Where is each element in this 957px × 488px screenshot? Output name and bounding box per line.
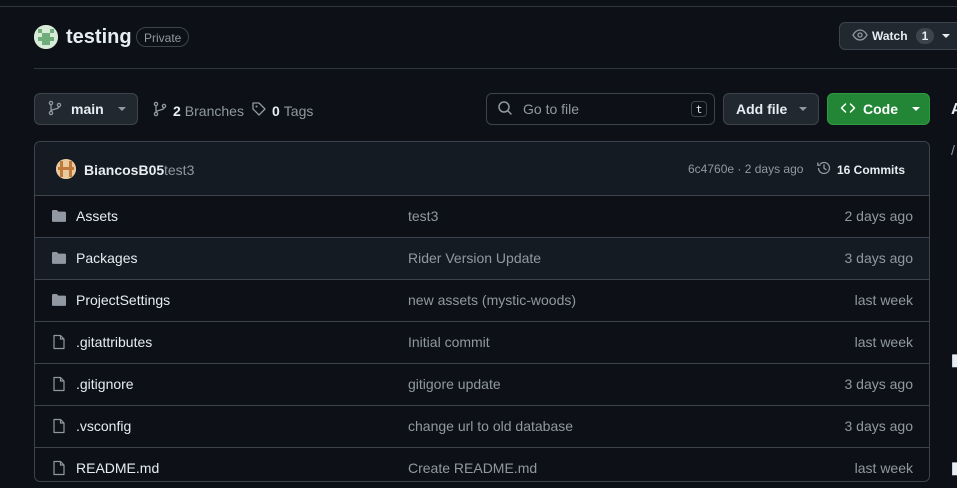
file-row[interactable]: .gitattributes Initial commit last week: [35, 322, 929, 364]
sidebar-fragment: /: [951, 142, 955, 158]
file-name[interactable]: ProjectSettings: [76, 292, 170, 308]
shortcut-key: t: [691, 101, 707, 117]
branch-icon: [152, 101, 168, 120]
code-icon: [840, 100, 856, 119]
file-commit-message[interactable]: test3: [408, 208, 438, 224]
watch-count: 1: [915, 28, 935, 44]
file-commit-date: last week: [854, 292, 913, 308]
tags-label: Tags: [283, 102, 314, 119]
header-divider: [34, 68, 957, 69]
sidebar-fragment: ▮: [951, 352, 957, 369]
search-icon: [497, 100, 513, 119]
history-icon: [816, 160, 832, 179]
file-commit-message[interactable]: Initial commit: [408, 334, 490, 350]
branch-icon: [47, 100, 63, 119]
tags-link[interactable]: 0 Tags: [251, 101, 313, 120]
visibility-badge: Private: [136, 27, 190, 47]
watch-label: Watch: [872, 29, 908, 43]
file-row[interactable]: Assets test3 2 days ago: [35, 196, 929, 238]
code-label: Code: [863, 101, 898, 117]
file-commit-date: 2 days ago: [844, 208, 914, 224]
file-row[interactable]: ProjectSettings new assets (mystic-woods)…: [35, 280, 929, 322]
avatar[interactable]: [56, 159, 76, 179]
file-icon: [51, 460, 67, 479]
file-commit-date: 3 days ago: [844, 376, 914, 392]
file-commit-message[interactable]: Create README.md: [408, 460, 537, 476]
file-list: Assets test3 2 days ago Packages Rider Versi…: [35, 196, 929, 481]
commits-link[interactable]: 16 Commits: [816, 160, 905, 179]
sidebar-fragment: A: [951, 101, 957, 118]
file-commit-message[interactable]: Rider Version Update: [408, 250, 541, 266]
file-icon: [51, 334, 67, 353]
chevron-down-icon: [799, 107, 808, 111]
file-commit-message[interactable]: change url to old database: [408, 418, 573, 434]
commit-hash-time[interactable]: 6c4760e · 2 days ago: [688, 162, 803, 176]
repo-name[interactable]: testing: [66, 26, 132, 49]
folder-icon: [51, 292, 67, 311]
search-input[interactable]: [521, 100, 675, 118]
file-name[interactable]: .gitattributes: [76, 334, 152, 350]
file-name[interactable]: Assets: [76, 208, 118, 224]
file-browser: BiancosB05 test3 6c4760e · 2 days ago 16…: [34, 141, 930, 482]
file-commit-date: last week: [854, 460, 913, 476]
commit-message[interactable]: test3: [164, 162, 194, 178]
branches-label: Branches: [184, 102, 244, 119]
watch-button[interactable]: Watch 1: [839, 22, 957, 50]
file-commit-date: last week: [854, 334, 913, 350]
branches-count: 2: [173, 102, 181, 119]
add-file-label: Add file: [736, 101, 788, 117]
file-name[interactable]: Packages: [76, 250, 137, 266]
file-commit-date: 3 days ago: [844, 250, 914, 266]
top-border: [0, 6, 957, 7]
branch-name: main: [71, 101, 104, 117]
tags-count: 0: [272, 102, 280, 119]
file-icon: [51, 376, 67, 395]
file-commit-message[interactable]: new assets (mystic-woods): [408, 292, 576, 308]
chevron-down-icon: [912, 107, 920, 111]
code-button[interactable]: Code: [827, 93, 930, 125]
file-row[interactable]: .gitignore gitigore update 3 days ago: [35, 364, 929, 406]
commit-author[interactable]: BiancosB05: [84, 162, 164, 178]
add-file-button[interactable]: Add file: [723, 93, 819, 125]
branch-selector[interactable]: main: [34, 93, 138, 125]
file-name[interactable]: .gitignore: [76, 376, 134, 392]
commits-count: 16 Commits: [837, 162, 906, 177]
file-name[interactable]: README.md: [76, 460, 159, 476]
chevron-down-icon: [942, 34, 951, 38]
file-commit-date: 3 days ago: [844, 418, 914, 434]
branches-link[interactable]: 2 Branches: [152, 101, 244, 120]
folder-icon: [51, 250, 67, 269]
file-icon: [51, 418, 67, 437]
file-row[interactable]: Packages Rider Version Update 3 days ago: [35, 238, 929, 280]
file-row[interactable]: README.md Create README.md last week: [35, 448, 929, 481]
chevron-down-icon: [117, 107, 126, 111]
sidebar-fragment: ▮: [951, 460, 957, 477]
file-commit-message[interactable]: gitigore update: [408, 376, 501, 392]
go-to-file-search[interactable]: t: [486, 93, 715, 125]
folder-icon: [51, 208, 67, 227]
eye-icon: [852, 27, 868, 46]
tag-icon: [251, 101, 267, 120]
file-name[interactable]: .vsconfig: [76, 418, 131, 434]
repo-avatar[interactable]: [34, 25, 58, 49]
file-row[interactable]: .vsconfig change url to old database 3 day…: [35, 406, 929, 448]
latest-commit-bar: BiancosB05 test3 6c4760e · 2 days ago 16…: [35, 142, 929, 196]
